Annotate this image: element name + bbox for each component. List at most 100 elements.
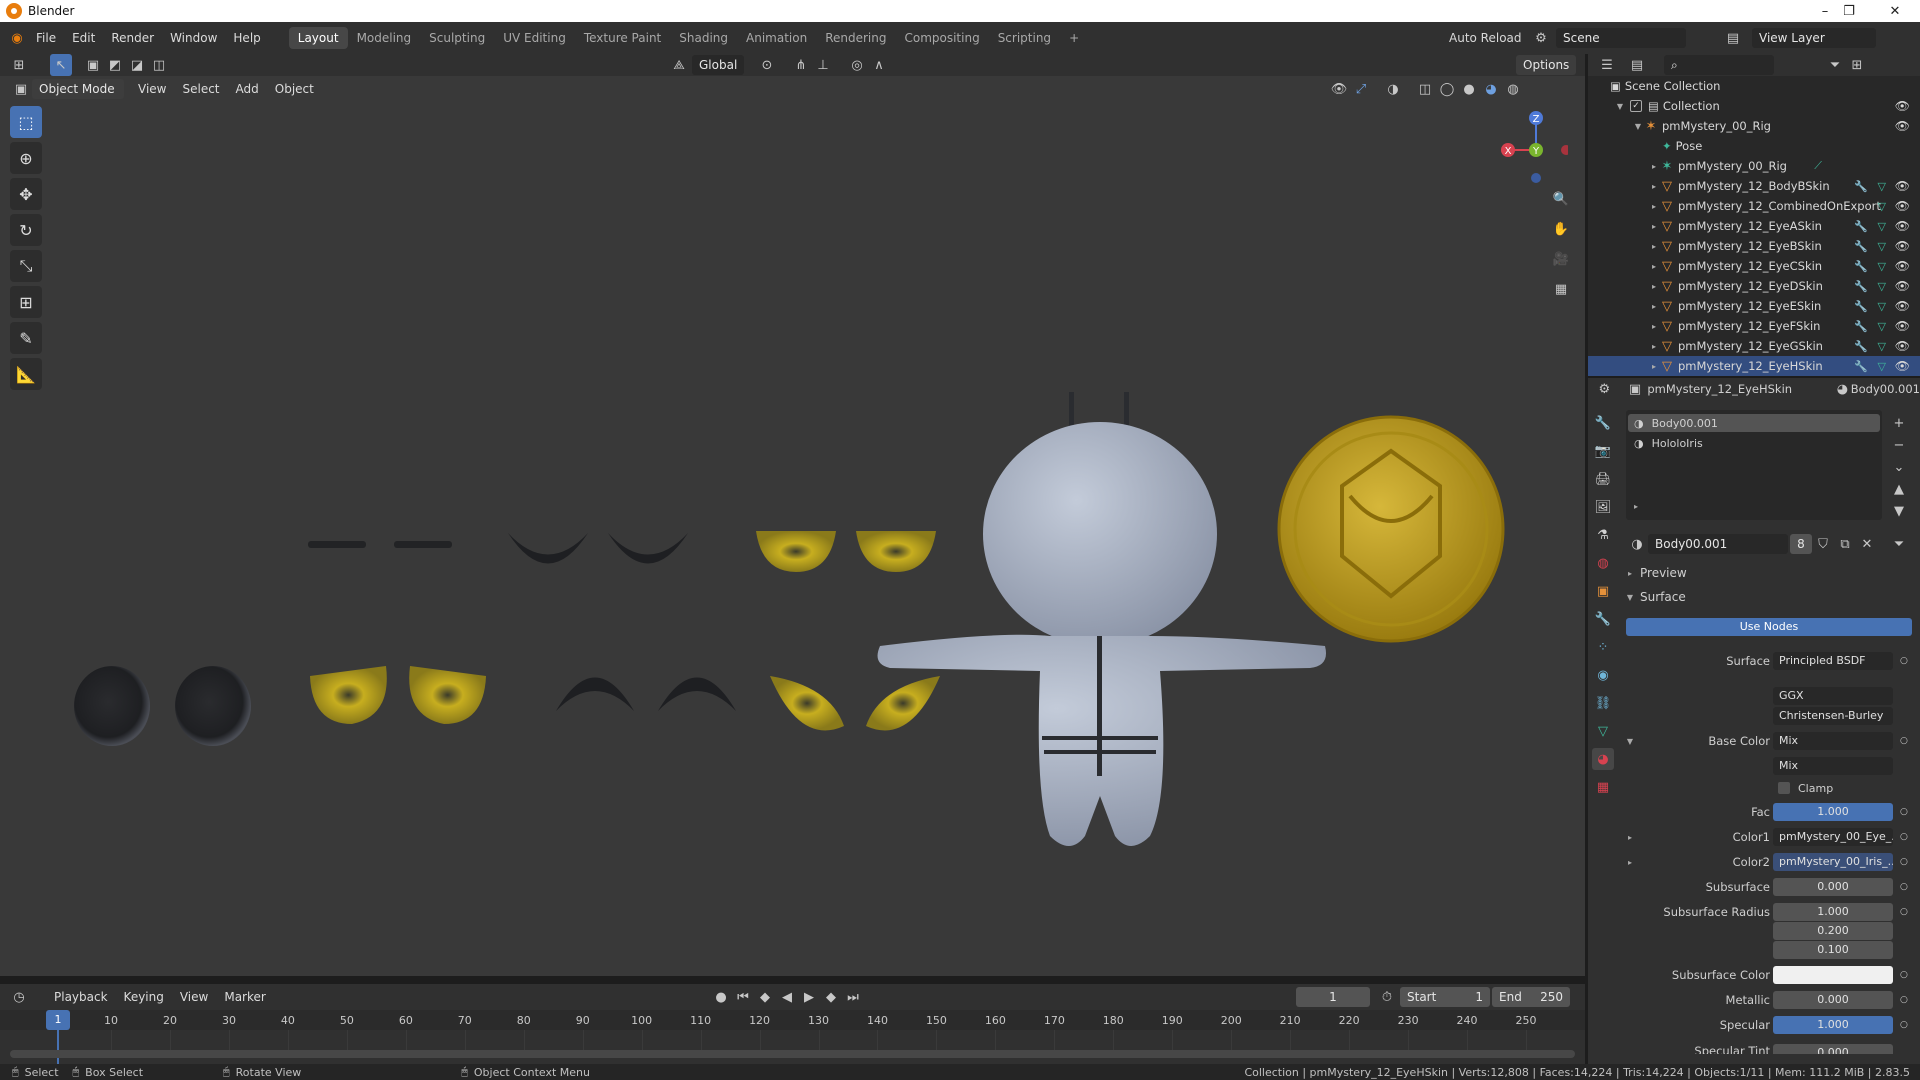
expand-arrow-icon[interactable]: ▸: [1648, 342, 1660, 351]
box-mode-subtract-icon[interactable]: ◪: [126, 54, 148, 76]
expand-arrow-icon[interactable]: ▸: [1648, 262, 1660, 271]
tab-layout[interactable]: Layout: [288, 27, 348, 49]
snap-target-icon[interactable]: ⊥: [812, 54, 834, 76]
maximize-button[interactable]: ❐: [1826, 0, 1872, 22]
collection-checkbox[interactable]: ✓: [1630, 100, 1642, 112]
fac-slider[interactable]: 1.000: [1773, 803, 1893, 821]
expand-arrow-icon[interactable]: ▼: [1614, 102, 1626, 111]
prev-keyframe-icon[interactable]: ◆: [754, 986, 776, 1008]
tab-texture-paint[interactable]: Texture Paint: [575, 27, 670, 49]
color1-texture-field[interactable]: pmMystery_00_Eye_...: [1773, 828, 1893, 846]
blender-menu-icon[interactable]: ◉: [6, 27, 28, 49]
modifier-wrench-icon[interactable]: 🔧: [1854, 300, 1868, 313]
scene-selector[interactable]: Scene: [1556, 28, 1686, 48]
subsurface-method-dropdown[interactable]: Christensen-Burley: [1773, 707, 1893, 725]
menu-window[interactable]: Window: [162, 26, 225, 50]
outliner-scene-collection[interactable]: ▣ Scene Collection: [1588, 76, 1920, 96]
filter-icon[interactable]: ⏷: [1824, 54, 1846, 76]
modifier-wrench-icon[interactable]: 🔧: [1854, 260, 1868, 273]
subsurface-field[interactable]: 0.000: [1773, 878, 1893, 896]
modifier-wrench-icon[interactable]: 🔧: [1854, 340, 1868, 353]
visibility-eye-icon[interactable]: 👁: [1895, 339, 1910, 353]
expand-arrow-icon[interactable]: ▸: [1648, 182, 1660, 191]
editor-type-icon[interactable]: ⊞: [8, 54, 30, 76]
outliner-item[interactable]: ▸ ▽ pmMystery_12_EyeHSkin 🔧 ▽ 👁: [1588, 356, 1920, 376]
expand-arrow-icon[interactable]: ▸: [1648, 202, 1660, 211]
play-icon[interactable]: ▶: [798, 986, 820, 1008]
visibility-eye-icon[interactable]: 👁: [1895, 299, 1910, 313]
modifier-wrench-icon[interactable]: 🔧: [1854, 320, 1868, 333]
playhead[interactable]: 1: [46, 1010, 70, 1030]
new-collection-icon[interactable]: ⊞: [1846, 54, 1868, 76]
outliner-item[interactable]: ▸ ▽ pmMystery_12_BodyBSkin 🔧 ▽ 👁: [1588, 176, 1920, 196]
expand-arrow-icon[interactable]: ▼: [1624, 737, 1636, 746]
menu-render[interactable]: Render: [103, 26, 162, 50]
mesh-data-icon[interactable]: ▽: [1878, 240, 1886, 253]
expand-arrow-icon[interactable]: ▸: [1648, 242, 1660, 251]
base-color-field[interactable]: Mix: [1773, 732, 1893, 750]
expand-arrow-icon[interactable]: ▼: [1632, 122, 1644, 131]
visibility-eye-icon[interactable]: 👁: [1895, 259, 1910, 273]
play-reverse-icon[interactable]: ◀: [776, 986, 798, 1008]
close-button[interactable]: ✕: [1872, 0, 1918, 22]
outliner-collection[interactable]: ▼ ✓ ▤ Collection 👁: [1588, 96, 1920, 116]
options-dropdown[interactable]: Options: [1516, 55, 1577, 75]
box-mode-invert-icon[interactable]: ◫: [148, 54, 170, 76]
ss-color-swatch[interactable]: [1773, 966, 1893, 984]
timeline-scrollbar[interactable]: [10, 1050, 1575, 1058]
box-mode-new-icon[interactable]: ▣: [82, 54, 104, 76]
visibility-eye-icon[interactable]: 👁: [1895, 359, 1910, 373]
tab-animation[interactable]: Animation: [737, 27, 816, 49]
end-frame-field[interactable]: End 250: [1492, 987, 1570, 1007]
surface-shader-field[interactable]: Principled BSDF: [1773, 652, 1893, 670]
socket-icon[interactable]: ○: [1900, 656, 1908, 666]
color2-texture-field[interactable]: pmMystery_00_Iris_...: [1773, 853, 1893, 871]
menu-file[interactable]: File: [28, 26, 64, 50]
expand-arrow-icon[interactable]: ▸: [1648, 322, 1660, 331]
outliner-pose[interactable]: ✦ Pose: [1588, 136, 1920, 156]
timeline-menu-view[interactable]: View: [172, 985, 216, 1009]
clamp-checkbox[interactable]: [1778, 782, 1790, 794]
blend-mode-dropdown[interactable]: Mix: [1773, 757, 1893, 775]
expand-arrow-icon[interactable]: ▸: [1648, 162, 1660, 171]
outliner-editor-icon[interactable]: ☰: [1596, 54, 1618, 76]
visibility-eye-icon[interactable]: 👁: [1895, 99, 1910, 113]
next-keyframe-icon[interactable]: ◆: [820, 986, 842, 1008]
ss-radius-x-field[interactable]: 1.000: [1773, 903, 1893, 921]
expand-arrow-icon[interactable]: ▸: [1624, 858, 1636, 867]
orientation-icon[interactable]: ⟁: [668, 54, 690, 76]
tab-rendering[interactable]: Rendering: [816, 27, 895, 49]
expand-arrow-icon[interactable]: ▸: [1648, 362, 1660, 371]
mesh-data-icon[interactable]: ▽: [1878, 260, 1886, 273]
modifier-wrench-icon[interactable]: 🔧: [1854, 280, 1868, 293]
visibility-eye-icon[interactable]: 👁: [1895, 279, 1910, 293]
jump-start-icon[interactable]: ⏮: [732, 986, 754, 1008]
socket-icon[interactable]: ○: [1900, 907, 1908, 917]
record-icon[interactable]: ●: [710, 986, 732, 1008]
start-frame-field[interactable]: Start 1: [1400, 987, 1490, 1007]
outliner-item[interactable]: ▸ ▽ pmMystery_12_EyeASkin 🔧 ▽ 👁: [1588, 216, 1920, 236]
outliner-search-input[interactable]: ⌕: [1664, 55, 1774, 75]
clock-icon[interactable]: ⏱: [1376, 986, 1398, 1008]
outliner-item[interactable]: ▸ ▽ pmMystery_12_EyeFSkin 🔧 ▽ 👁: [1588, 316, 1920, 336]
visibility-eye-icon[interactable]: 👁: [1895, 219, 1910, 233]
socket-icon[interactable]: ○: [1900, 736, 1908, 746]
outliner-item[interactable]: ▸ ▽ pmMystery_12_EyeCSkin 🔧 ▽ 👁: [1588, 256, 1920, 276]
socket-icon[interactable]: ○: [1900, 970, 1908, 980]
tab-compositing[interactable]: Compositing: [895, 27, 988, 49]
metallic-field[interactable]: 0.000: [1773, 991, 1893, 1009]
socket-icon[interactable]: ○: [1900, 857, 1908, 867]
distribution-dropdown[interactable]: GGX: [1773, 687, 1893, 705]
current-frame-field[interactable]: 1: [1296, 987, 1370, 1007]
socket-icon[interactable]: ○: [1900, 832, 1908, 842]
visibility-eye-icon[interactable]: 👁: [1895, 179, 1910, 193]
mesh-data-icon[interactable]: ▽: [1878, 340, 1886, 353]
outliner-item[interactable]: ▸ ▽ pmMystery_12_EyeBSkin 🔧 ▽ 👁: [1588, 236, 1920, 256]
visibility-eye-icon[interactable]: 👁: [1895, 199, 1910, 213]
modifier-wrench-icon[interactable]: 🔧: [1854, 240, 1868, 253]
menu-help[interactable]: Help: [225, 26, 268, 50]
auto-reload-label[interactable]: Auto Reload: [1449, 31, 1522, 45]
mesh-data-icon[interactable]: ▽: [1878, 320, 1886, 333]
scene-icon[interactable]: ⚙: [1530, 27, 1552, 49]
mesh-data-icon[interactable]: ▽: [1878, 180, 1886, 193]
